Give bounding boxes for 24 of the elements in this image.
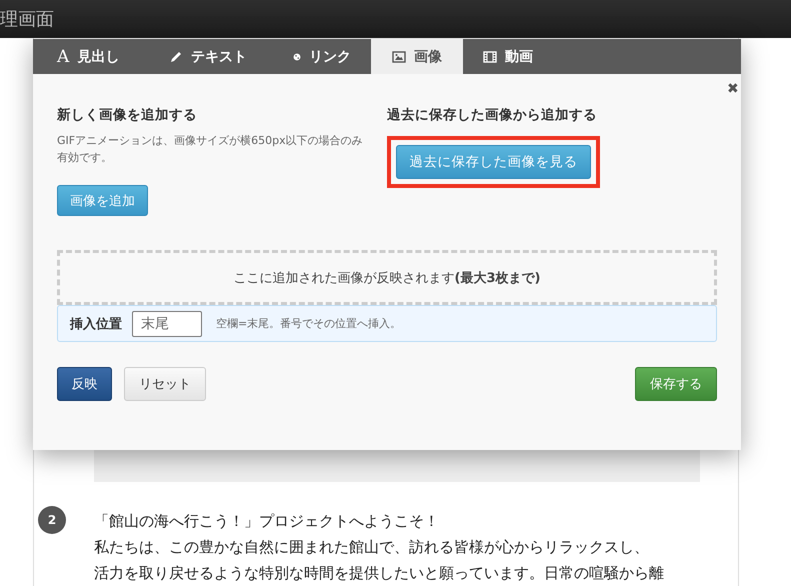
tab[interactable]: 画像 <box>371 39 463 74</box>
field-label: 挿入位置 <box>70 316 122 332</box>
picture-icon <box>392 50 406 64</box>
tab[interactable]: 動画 <box>463 39 553 74</box>
paragraph-line: 「館山の海へ行こう！」プロジェクトへようこそ！ <box>94 511 440 532</box>
input-field[interactable]: 末尾 <box>132 310 202 336</box>
hint-text: 空欄=末尾。番号でその位置へ挿入。 <box>216 316 402 331</box>
section-heading: 新しく画像を追加する <box>57 106 198 124</box>
tab[interactable]: リンク <box>273 39 371 74</box>
film-icon <box>483 50 497 64</box>
pencil-icon <box>169 50 183 64</box>
paragraph-line: 活力を取り戻せるような特別な時間を提供したいと願っています。日常の喧騒から離 <box>94 563 664 584</box>
section-heading: 過去に保存した画像から追加する <box>387 106 598 124</box>
reset-button[interactable]: リセット <box>124 367 206 401</box>
tab[interactable]: A 見出し <box>37 39 149 74</box>
note-text: GIFアニメーションは、画像サイズが横650px以下の場合のみ有効です。 <box>57 133 364 166</box>
close-button[interactable]: ✖ <box>727 80 739 96</box>
step-number-badge: 2 <box>38 506 66 534</box>
tab[interactable]: テキスト <box>149 39 273 74</box>
page-title: 理画面 <box>0 8 54 31</box>
apply-button[interactable]: 反映 <box>57 367 112 401</box>
paragraph-line: 私たちは、この豊かな自然に囲まれた館山で、訪れる皆様が心からリラックスし、 <box>94 537 650 558</box>
letter-icon: A <box>57 46 70 66</box>
drop-area-text: ここに追加された画像が反映されます(最大3枚まで) <box>234 270 540 286</box>
